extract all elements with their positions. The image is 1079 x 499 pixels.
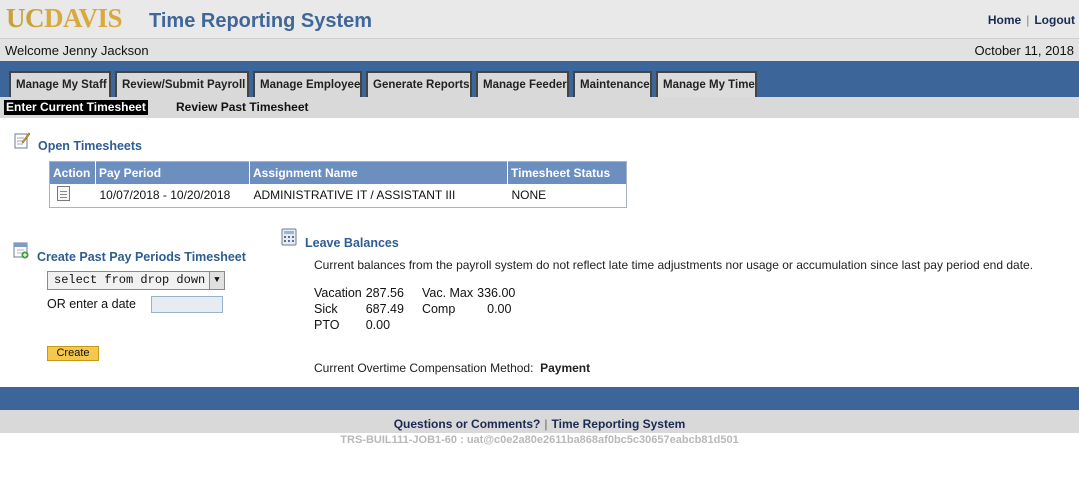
tab-manage-my-time[interactable]: Manage My Time [656, 71, 757, 97]
edit-note-icon [14, 132, 30, 149]
overtime-method-label: Current Overtime Compensation Method: [314, 361, 534, 375]
pay-period-select[interactable]: select from drop down ▼ [47, 271, 225, 290]
footer-band [0, 387, 1079, 410]
system-link[interactable]: Time Reporting System [552, 417, 686, 431]
vac-max-value: 336.00 [477, 286, 516, 300]
ucdavis-logo[interactable]: UCDAVIS [6, 3, 123, 34]
subnav-enter-current-timesheet[interactable]: Enter Current Timesheet [4, 100, 148, 115]
tab-manage-my-staff[interactable]: Manage My Staff [9, 71, 111, 97]
tab-review-submit-payroll[interactable]: Review/Submit Payroll [115, 71, 249, 97]
vacation-label: Vacation [314, 286, 362, 300]
home-link[interactable]: Home [988, 13, 1021, 27]
create-past-periods-title: Create Past Pay Periods Timesheet [37, 250, 246, 264]
table-header-row: Action Pay Period Assignment Name Timesh… [49, 161, 627, 184]
footer-links: Questions or Comments? | Time Reporting Sy… [0, 417, 1079, 431]
leave-balances-title: Leave Balances [305, 236, 399, 250]
pto-label: PTO [314, 318, 340, 332]
tab-manage-employee[interactable]: Manage Employee [253, 71, 362, 97]
comp-value: 0.00 [487, 302, 512, 316]
current-date: October 11, 2018 [974, 43, 1075, 58]
build-info: TRS-BUIL111-JOB1-60 : uat@c0e2a80e2611ba… [340, 434, 739, 446]
subnav-review-past-timesheet[interactable]: Review Past Timesheet [176, 100, 309, 115]
balance-row: Vacation 287.56 Vac. Max 336.00 [312, 285, 517, 301]
dropdown-arrow-icon[interactable]: ▼ [209, 272, 224, 289]
open-timesheets-title: Open Timesheets [38, 139, 142, 153]
pay-period-cell: 10/07/2018 - 10/20/2018 [99, 188, 231, 203]
sub-navigation: Enter Current Timesheet Review Past Time… [0, 97, 1079, 118]
open-timesheets-table: Action Pay Period Assignment Name Timesh… [49, 161, 627, 208]
welcome-bar: Welcome Jenny Jackson October 11, 2018 [0, 38, 1079, 61]
column-header-timesheet-status: Timesheet Status [507, 161, 627, 184]
create-button[interactable]: Create [47, 346, 99, 361]
calendar-add-icon [13, 242, 29, 259]
balance-row: Sick 687.49 Comp 0.00 [312, 301, 517, 317]
pto-value: 0.00 [365, 318, 391, 332]
assignment-cell: ADMINISTRATIVE IT / ASSISTANT III [253, 188, 456, 203]
date-input[interactable] [151, 296, 223, 313]
sick-label: Sick [314, 302, 338, 316]
tab-generate-reports[interactable]: Generate Reports [366, 71, 472, 97]
document-icon[interactable] [57, 186, 70, 202]
overtime-method-value: Payment [540, 361, 591, 375]
vacation-value: 287.56 [365, 286, 404, 300]
comp-label: Comp [421, 302, 456, 316]
logout-link[interactable]: Logout [1034, 13, 1075, 27]
overtime-method-line: Current Overtime Compensation Method: Pa… [314, 361, 590, 375]
tab-manage-feeder[interactable]: Manage Feeder [476, 71, 569, 97]
column-header-assignment-name: Assignment Name [249, 161, 508, 184]
column-header-action: Action [49, 161, 96, 184]
balance-row: PTO 0.00 [312, 317, 517, 333]
app-title: Time Reporting System [149, 10, 373, 32]
app-header: UCDAVIS Time Reporting System Home | Logou… [0, 0, 1079, 38]
pay-period-select-value: select from drop down [54, 273, 206, 287]
tab-maintenance[interactable]: Maintenance [573, 71, 652, 97]
welcome-text: Welcome Jenny Jackson [5, 43, 149, 58]
header-links: Home | Logout [988, 13, 1075, 27]
vac-max-label: Vac. Max [421, 286, 474, 300]
column-header-pay-period: Pay Period [95, 161, 250, 184]
action-cell [50, 184, 96, 208]
header-separator: | [1026, 13, 1030, 27]
leave-balances-table: Vacation 287.56 Vac. Max 336.00 Sick 687… [312, 285, 517, 333]
sick-value: 687.49 [365, 302, 404, 316]
status-cell: NONE [511, 188, 547, 203]
calculator-icon [281, 228, 297, 246]
leave-balances-note: Current balances from the payroll system… [314, 258, 1034, 272]
main-tab-bar: Manage My Staff Review/Submit Payroll Ma… [0, 61, 1079, 97]
table-row: 10/07/2018 - 10/20/2018 ADMINISTRATIVE I… [50, 184, 627, 208]
date-field-label: OR enter a date [47, 297, 136, 311]
footer-separator: | [544, 417, 548, 431]
questions-link[interactable]: Questions or Comments? [394, 417, 541, 431]
